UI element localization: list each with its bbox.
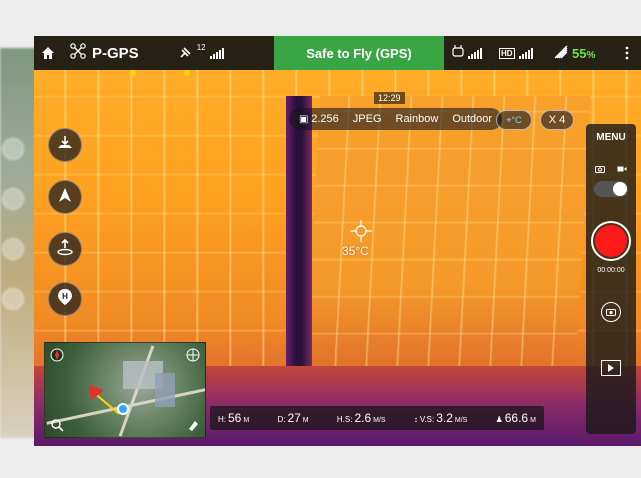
- playback-icon: [607, 359, 615, 377]
- camera-control-panel: MENU 00:00:00: [586, 124, 636, 434]
- gps-count: 12: [196, 42, 206, 52]
- background-button: [2, 138, 24, 160]
- flight-mode-label: P-GPS: [92, 44, 139, 62]
- crosshair-icon[interactable]: [350, 220, 372, 242]
- background-button: [2, 288, 24, 310]
- telemetry-bar: H: 56 M D: 27 M H.S: 2.6 M/S ↕ V.S: 3.2 M/S ♟ 66.6…: [210, 406, 544, 430]
- aircraft-position: [117, 403, 129, 415]
- aperture-item[interactable]: ▣ 2.256: [299, 113, 339, 125]
- return-home-button[interactable]: H: [48, 282, 82, 316]
- zoom-icon[interactable]: [49, 417, 65, 433]
- camera-settings-bar[interactable]: ▣ 2.256 JPEG Rainbow Outdoor: [289, 108, 503, 130]
- photo-video-toggle[interactable]: [594, 181, 628, 197]
- map-building: [155, 373, 175, 407]
- record-time: 00:00:00: [597, 267, 625, 274]
- background-button: [2, 188, 24, 210]
- temperature-mode-button[interactable]: ⌖°C: [496, 110, 532, 130]
- hd-label: HD: [499, 47, 515, 59]
- background-button: [2, 238, 24, 260]
- menu-button[interactable]: MENU: [596, 132, 625, 143]
- video-icon: [617, 165, 627, 175]
- mini-map[interactable]: [44, 342, 206, 438]
- takeoff-icon: [56, 134, 74, 157]
- vertical-speed-icon: ↕: [413, 415, 418, 424]
- spot-temperature: 35°C: [342, 244, 369, 258]
- vertical-speed-readout: ↕ V.S: 3.2 M/S: [413, 411, 468, 425]
- scene-item[interactable]: Outdoor: [452, 113, 492, 125]
- battery-status[interactable]: 55%: [554, 36, 595, 70]
- altitude-readout: ♟ 66.6 M: [495, 411, 536, 425]
- image-icon: ▣: [299, 114, 312, 125]
- drone-icon: [70, 43, 86, 63]
- remote-controller-icon: [452, 44, 464, 63]
- hd-signal-bars: [518, 47, 533, 59]
- flight-mode[interactable]: P-GPS: [70, 36, 139, 70]
- waypoint-markers: [126, 70, 196, 76]
- navigation-button[interactable]: [48, 180, 82, 214]
- playback-button[interactable]: [601, 360, 621, 376]
- person-icon: ♟: [495, 415, 503, 424]
- record-button[interactable]: [591, 221, 631, 261]
- compass-icon[interactable]: [49, 347, 65, 363]
- expand-icon[interactable]: [185, 347, 201, 363]
- svg-text:H: H: [62, 292, 68, 301]
- zoom-button[interactable]: X 4: [540, 110, 574, 130]
- gps-signal[interactable]: 12: [179, 36, 224, 70]
- thermal-cold-strip: [286, 96, 312, 396]
- format-item[interactable]: JPEG: [353, 113, 382, 125]
- palette-item[interactable]: Rainbow: [396, 113, 439, 125]
- camera-icon: [606, 303, 616, 321]
- top-status-bar: P-GPS 12 Safe to Fly (GPS) HD 55%: [34, 36, 641, 70]
- landing-button[interactable]: [48, 232, 82, 266]
- camera-icon: [595, 165, 605, 175]
- clock-time: 12:29: [374, 92, 405, 104]
- rc-signal-bars: [468, 47, 482, 59]
- navigation-arrow-icon: [56, 186, 74, 209]
- horizontal-speed-readout: H.S: 2.6 M/S: [336, 411, 386, 425]
- eraser-icon[interactable]: [185, 417, 201, 433]
- hd-signal[interactable]: HD: [499, 36, 533, 70]
- takeoff-button[interactable]: [48, 128, 82, 162]
- landing-icon: [56, 238, 74, 261]
- drone-camera-view[interactable]: P-GPS 12 Safe to Fly (GPS) HD 55% 12:29 …: [34, 36, 641, 446]
- rc-signal[interactable]: [452, 36, 482, 70]
- settings-icon[interactable]: [614, 36, 640, 70]
- home-icon[interactable]: [34, 36, 62, 70]
- status-banner[interactable]: Safe to Fly (GPS): [274, 36, 444, 70]
- satellite-icon: [179, 45, 193, 61]
- distance-readout: D: 27 M: [277, 411, 309, 425]
- photo-video-labels: [595, 165, 627, 175]
- height-readout: H: 56 M: [218, 411, 250, 425]
- battery-icon: [554, 45, 568, 62]
- battery-percentage: 55%: [572, 45, 596, 61]
- return-home-icon: H: [57, 288, 73, 311]
- camera-settings-button[interactable]: [601, 302, 621, 322]
- gps-signal-bars: [209, 47, 224, 59]
